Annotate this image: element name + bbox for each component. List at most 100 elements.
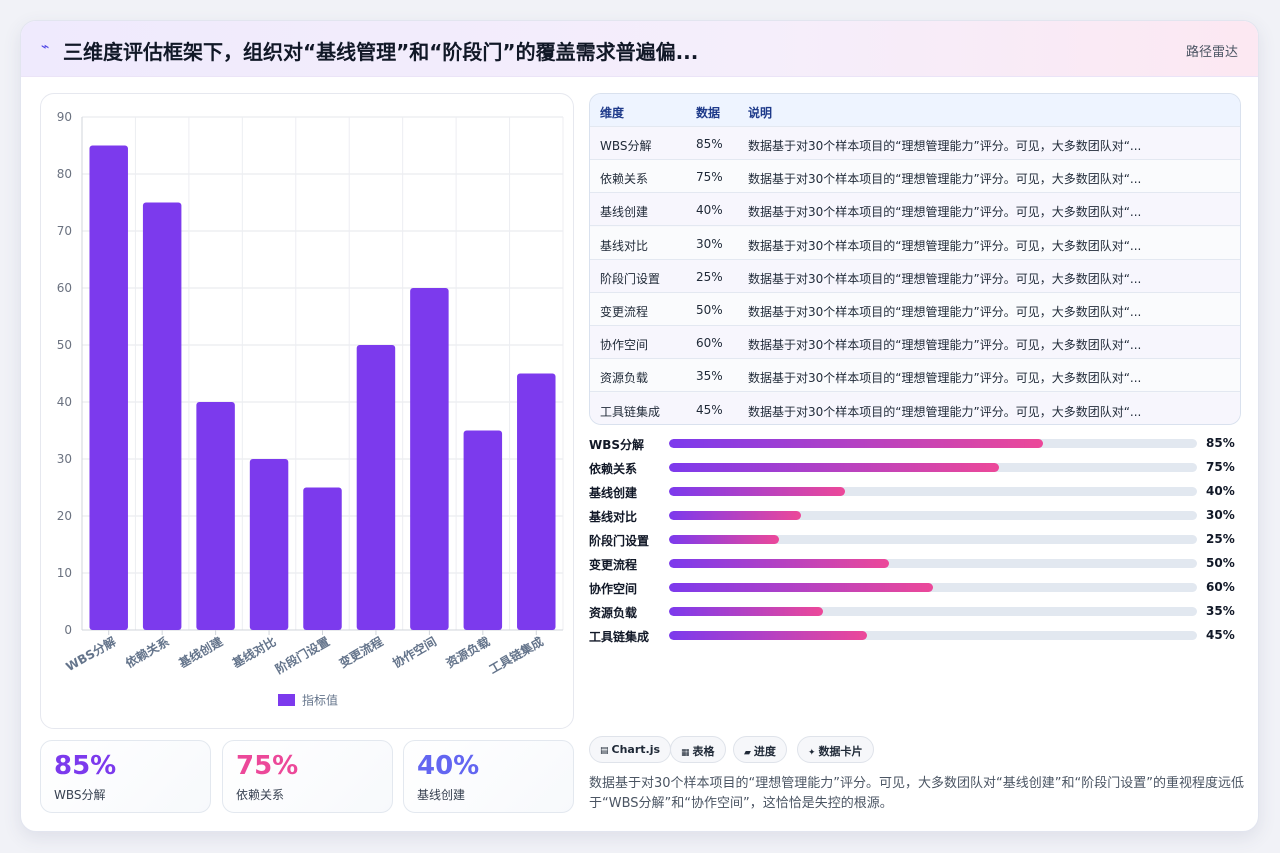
- progress-row: 协作空间 60%: [589, 577, 1239, 597]
- progress-fill: [669, 607, 823, 616]
- progress-row: 基线对比 30%: [589, 505, 1239, 525]
- cell-data: 40%: [696, 203, 723, 218]
- progress-fill: [669, 559, 889, 568]
- y-tick-label: 40: [57, 395, 72, 409]
- cell-dimension: 协作空间: [600, 338, 649, 353]
- table-row[interactable]: 工具链集成 45% 数据基于对30个样本项目的“理想管理能力”评分。可见，大多数团队…: [590, 392, 1240, 424]
- cell-dimension: WBS分解: [600, 139, 652, 153]
- progress-fill: [669, 535, 779, 544]
- y-tick-label: 30: [57, 452, 72, 466]
- table-row[interactable]: WBS分解 85% 数据基于对30个样本项目的“理想管理能力”评分。可见，大多数团队…: [590, 127, 1240, 160]
- table-header-row: 维度 数据 说明: [590, 94, 1240, 127]
- cell-description: 数据基于对30个样本项目的“理想管理能力”评分。可见，大多数团队对“...: [748, 338, 1142, 353]
- progress-track: [669, 487, 1197, 496]
- y-tick-label: 90: [57, 110, 72, 124]
- progress-label: 变更流程: [589, 558, 638, 572]
- progress-value: 40%: [1206, 484, 1235, 498]
- progress-value: 50%: [1206, 556, 1235, 570]
- y-tick-label: 20: [57, 509, 72, 523]
- data-table: 维度 数据 说明 WBS分解 85% 数据基于对30个样本项目的“理想管理能力”评分…: [589, 93, 1241, 425]
- table-row[interactable]: 基线创建 40% 数据基于对30个样本项目的“理想管理能力”评分。可见，大多数团队对…: [590, 193, 1240, 227]
- progress-track: [669, 559, 1197, 568]
- cell-data: 60%: [696, 336, 723, 351]
- cell-data: 25%: [696, 269, 723, 284]
- progress-value: 25%: [1206, 532, 1235, 546]
- bar-协作空间[interactable]: [410, 288, 449, 630]
- table-row[interactable]: 资源负载 35% 数据基于对30个样本项目的“理想管理能力”评分。可见，大多数团队对…: [590, 359, 1240, 393]
- table-row[interactable]: 协作空间 60% 数据基于对30个样本项目的“理想管理能力”评分。可见，大多数团队对…: [590, 326, 1240, 360]
- progress-track: [669, 439, 1197, 448]
- progress-row: 工具链集成 45%: [589, 625, 1239, 645]
- chip-chart[interactable]: ▤ Chart.js: [589, 736, 672, 763]
- stat-label: 基线创建: [417, 788, 466, 802]
- bar-WBS分解[interactable]: [89, 145, 128, 631]
- progress-label: 协作空间: [589, 582, 638, 596]
- bar-资源负载[interactable]: [463, 430, 503, 631]
- cell-description: 数据基于对30个样本项目的“理想管理能力”评分。可见，大多数团队对“...: [748, 238, 1142, 253]
- progress-track: [669, 535, 1197, 544]
- bar-阶段门设置[interactable]: [303, 487, 342, 631]
- chip-card[interactable]: ✦ 数据卡片: [797, 736, 874, 763]
- y-tick-label: 10: [57, 566, 72, 580]
- cell-description: 数据基于对30个样本项目的“理想管理能力”评分。可见，大多数团队对“...: [748, 205, 1142, 220]
- progress-value: 45%: [1206, 628, 1235, 642]
- bar-依赖关系[interactable]: [142, 202, 182, 631]
- x-tick-label: WBS分解: [63, 634, 118, 675]
- stat-label: WBS分解: [54, 788, 106, 802]
- x-tick-label: 阶段门设置: [273, 634, 332, 677]
- chip-label: Chart.js: [611, 743, 661, 756]
- bar-工具链集成[interactable]: [517, 373, 556, 631]
- table-row[interactable]: 基线对比 30% 数据基于对30个样本项目的“理想管理能力”评分。可见，大多数团队对…: [590, 226, 1240, 260]
- chip-label: 进度: [753, 745, 776, 758]
- progress-fill: [669, 583, 933, 592]
- progress-icon: ▰: [744, 748, 751, 758]
- progress-row: 资源负载 35%: [589, 601, 1239, 621]
- table-row[interactable]: 变更流程 50% 数据基于对30个样本项目的“理想管理能力”评分。可见，大多数团队对…: [590, 293, 1240, 326]
- header-badge[interactable]: 路径雷达: [1186, 41, 1238, 60]
- cell-description: 数据基于对30个样本项目的“理想管理能力”评分。可见，大多数团队对“...: [748, 371, 1142, 386]
- y-tick-label: 50: [57, 338, 72, 352]
- table-header-data: 数据: [696, 106, 721, 120]
- chip-table[interactable]: ▦ 表格: [670, 736, 726, 763]
- legend-swatch: [278, 694, 295, 706]
- chip-label: 数据卡片: [818, 745, 863, 758]
- card-icon: ✦: [808, 748, 816, 758]
- bar-基线对比[interactable]: [249, 459, 289, 630]
- x-tick-label: 变更流程: [336, 634, 385, 671]
- progress-track: [669, 607, 1197, 616]
- table-header-description: 说明: [748, 106, 773, 120]
- progress-fill: [669, 631, 867, 640]
- progress-value: 75%: [1206, 460, 1235, 474]
- table-row[interactable]: 依赖关系 75% 数据基于对30个样本项目的“理想管理能力”评分。可见，大多数团队对…: [590, 160, 1240, 194]
- progress-track: [669, 583, 1197, 592]
- page-title: 三维度评估框架下，组织对“基线管理”和“阶段门”的覆盖需求普遍偏...: [63, 40, 699, 64]
- progress-label: 基线创建: [589, 486, 638, 500]
- bar-chart-panel: 0 10 20 30 40 50 60 70 80 90 WBS分解 依赖关系 基线创建 基线对比 阶段门设…: [40, 93, 574, 729]
- progress-value: 35%: [1206, 604, 1235, 618]
- progress-row: 基线创建 40%: [589, 481, 1239, 501]
- x-tick-label: 工具链集成: [486, 634, 545, 677]
- progress-label: 基线对比: [589, 510, 638, 524]
- bar-变更流程[interactable]: [356, 345, 396, 630]
- table-row[interactable]: 阶段门设置 25% 数据基于对30个样本项目的“理想管理能力”评分。可见，大多数团队…: [590, 259, 1240, 293]
- cell-data: 45%: [696, 402, 723, 417]
- progress-label: 阶段门设置: [589, 534, 650, 548]
- progress-fill: [669, 511, 801, 520]
- x-tick-label: 基线创建: [175, 633, 226, 671]
- progress-row: 阶段门设置 25%: [589, 529, 1239, 549]
- progress-label: 工具链集成: [589, 630, 650, 644]
- x-tick-label: 依赖关系: [123, 634, 172, 671]
- cell-data: 30%: [696, 236, 723, 251]
- cell-data: 85%: [696, 137, 723, 151]
- chip-label: 表格: [692, 745, 715, 758]
- progress-value: 30%: [1206, 508, 1235, 522]
- chip-progress[interactable]: ▰ 进度: [733, 736, 787, 763]
- bar-chart: 0 10 20 30 40 50 60 70 80 90 WBS分解 依赖关系 基线创建 基线对比阶段门设…: [57, 110, 564, 708]
- bar-基线创建[interactable]: [196, 402, 235, 630]
- legend-label[interactable]: 指标值: [302, 693, 338, 708]
- cell-dimension: 基线对比: [600, 238, 649, 253]
- progress-fill: [669, 463, 999, 472]
- stat-label: 依赖关系: [236, 788, 285, 802]
- progress-label: WBS分解: [589, 438, 645, 452]
- progress-track: [669, 463, 1197, 472]
